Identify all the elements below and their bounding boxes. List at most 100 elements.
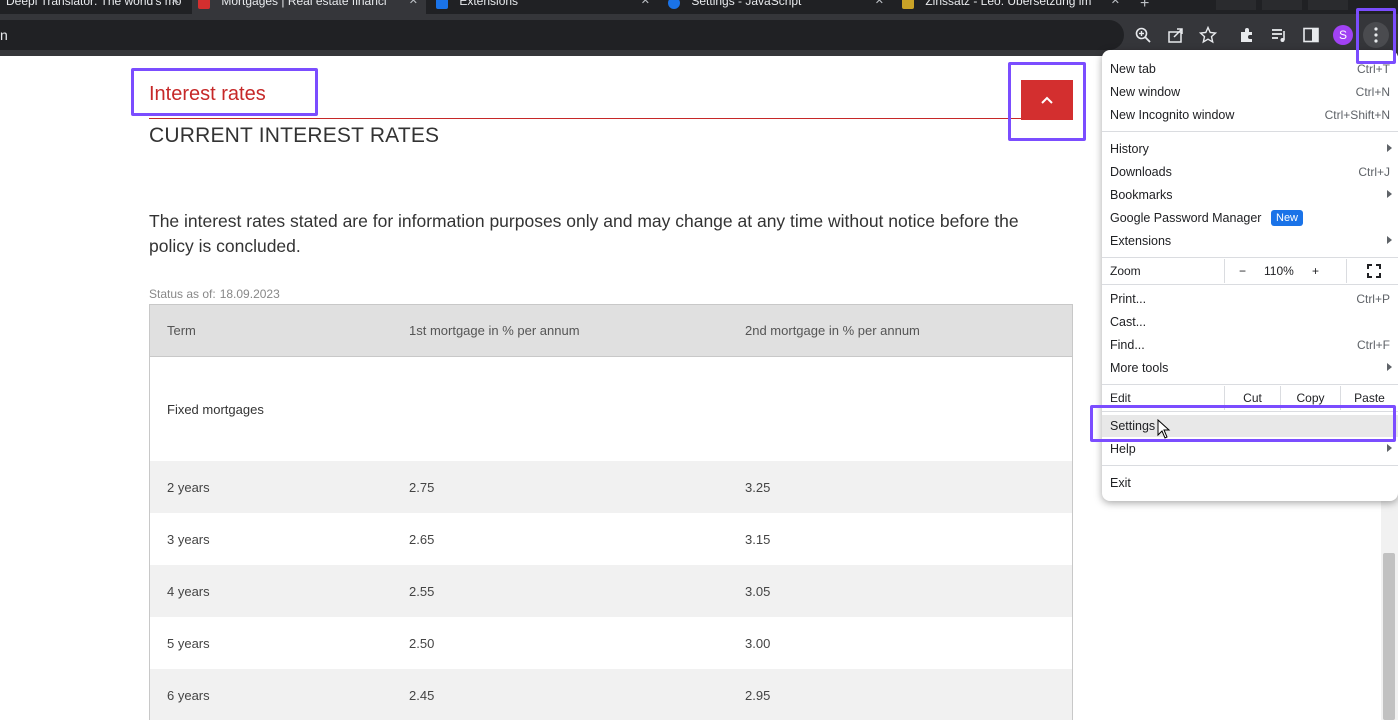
copy-button[interactable]: Copy	[1280, 386, 1340, 410]
menu-label: Extensions	[1110, 234, 1172, 248]
tab-mortgages[interactable]: Mortgages | Real estate financi ✕	[192, 0, 426, 14]
paste-button[interactable]: Paste	[1340, 386, 1398, 410]
address-bar[interactable]: n	[0, 20, 1124, 50]
menu-label: Downloads	[1110, 165, 1172, 179]
menu-separator	[1102, 131, 1398, 132]
cut-button[interactable]: Cut	[1224, 386, 1280, 410]
group-label: Fixed mortgages	[167, 401, 264, 417]
menu-label: New tab	[1110, 62, 1156, 76]
term-cell: 3 years	[167, 531, 210, 547]
zoom-out-button[interactable]: −	[1239, 264, 1246, 278]
menu-item-find[interactable]: Find... Ctrl+F	[1102, 334, 1398, 356]
first-mortgage-cell: 2.50	[409, 635, 435, 651]
maximize-button[interactable]	[1262, 0, 1302, 10]
menu-item-settings[interactable]: Settings	[1102, 415, 1398, 437]
menu-item-print[interactable]: Print... Ctrl+P	[1102, 288, 1398, 310]
table-row: 3 years 2.65 3.15	[150, 513, 1072, 565]
menu-item-incognito[interactable]: New Incognito window Ctrl+Shift+N	[1102, 104, 1398, 126]
tab-close-icon[interactable]: ✕	[1111, 0, 1120, 7]
zoom-icon[interactable]	[1132, 24, 1154, 46]
submenu-arrow-icon	[1387, 444, 1392, 452]
fullscreen-button[interactable]	[1346, 259, 1398, 283]
column-header-1st: 1st mortgage in % per annum	[409, 323, 580, 338]
interest-rates-table: Term 1st mortgage in % per annum 2nd mor…	[149, 304, 1073, 720]
new-tab-button[interactable]: +	[1140, 0, 1149, 13]
menu-label: Google Password Manager	[1110, 211, 1262, 225]
new-badge: New	[1271, 210, 1304, 226]
menu-label: More tools	[1110, 361, 1169, 375]
fullscreen-icon	[1367, 264, 1381, 278]
table-row: 5 years 2.50 3.00	[150, 617, 1072, 669]
menu-item-downloads[interactable]: Downloads Ctrl+J	[1102, 161, 1398, 183]
menu-item-new-tab[interactable]: New tab Ctrl+T	[1102, 58, 1398, 80]
section-title[interactable]: Interest rates	[149, 83, 266, 106]
second-mortgage-cell: 3.15	[745, 531, 771, 547]
chevron-up-icon	[1041, 96, 1053, 104]
zoom-in-button[interactable]: +	[1312, 264, 1319, 278]
menu-item-bookmarks[interactable]: Bookmarks	[1102, 184, 1398, 206]
bookmark-star-icon[interactable]	[1197, 24, 1219, 46]
submenu-arrow-icon	[1387, 236, 1392, 244]
tab-close-icon[interactable]: ✕	[171, 0, 180, 7]
tab-close-icon[interactable]: ✕	[875, 0, 884, 7]
side-panel-icon[interactable]	[1300, 24, 1322, 46]
column-header-2nd: 2nd mortgage in % per annum	[745, 323, 920, 338]
menu-item-exit[interactable]: Exit	[1102, 472, 1398, 494]
tab-label: Deepl Translator: The world's mo	[6, 0, 182, 8]
extensions-icon[interactable]	[1236, 24, 1258, 46]
menu-separator	[1102, 257, 1398, 258]
menu-shortcut: Ctrl+J	[1358, 165, 1390, 179]
menu-label: Edit	[1110, 391, 1131, 405]
gear-icon	[668, 0, 680, 9]
tab-deepl[interactable]: Deepl Translator: The world's mo ✕	[0, 0, 188, 14]
tab-close-icon[interactable]: ✕	[641, 0, 650, 7]
menu-item-more-tools[interactable]: More tools	[1102, 357, 1398, 379]
menu-item-help[interactable]: Help	[1102, 438, 1398, 460]
menu-separator	[1102, 465, 1398, 466]
first-mortgage-cell: 2.65	[409, 531, 435, 547]
menu-item-new-window[interactable]: New window Ctrl+N	[1102, 81, 1398, 103]
minimize-button[interactable]	[1216, 0, 1256, 10]
submenu-arrow-icon	[1387, 190, 1392, 198]
table-group-row: Fixed mortgages	[150, 357, 1072, 461]
tab-close-icon[interactable]: ✕	[409, 0, 418, 7]
term-cell: 4 years	[167, 583, 210, 599]
share-icon[interactable]	[1165, 24, 1187, 46]
collapse-button[interactable]	[1021, 80, 1073, 120]
profile-avatar[interactable]: S	[1333, 25, 1353, 45]
status-date: 18.09.2023	[219, 287, 280, 301]
tab-label: Settings - JavaScript	[691, 0, 802, 8]
menu-label: Cast...	[1110, 315, 1147, 329]
kebab-menu-icon[interactable]	[1363, 22, 1389, 48]
menu-item-history[interactable]: History	[1102, 138, 1398, 160]
menu-label: Print...	[1110, 292, 1147, 306]
scrollbar-thumb[interactable]	[1383, 553, 1395, 720]
menu-label: Zoom	[1110, 264, 1141, 278]
menu-item-cast[interactable]: Cast...	[1102, 311, 1398, 333]
menu-shortcut: Ctrl+P	[1356, 292, 1390, 306]
menu-item-password-manager[interactable]: Google Password Manager New	[1102, 207, 1398, 229]
mouse-cursor-icon	[1157, 419, 1171, 439]
column-header-term: Term	[167, 323, 196, 338]
favicon-icon	[198, 0, 210, 9]
table-header: Term 1st mortgage in % per annum 2nd mor…	[150, 305, 1072, 357]
tab-leo[interactable]: Zinssatz - Leo: Übersetzung im ✕	[896, 0, 1128, 14]
close-window-button[interactable]	[1308, 0, 1348, 10]
leo-favicon-icon	[902, 0, 914, 9]
menu-label: Find...	[1110, 338, 1145, 352]
tab-label: Extensions	[459, 0, 519, 8]
reading-list-icon[interactable]	[1268, 24, 1290, 46]
menu-shortcut: Ctrl+F	[1357, 338, 1390, 352]
disclaimer-text: The interest rates stated are for inform…	[149, 211, 1019, 256]
tab-extensions[interactable]: Extensions ✕	[430, 0, 658, 14]
first-mortgage-cell: 2.55	[409, 583, 435, 599]
address-text: n	[0, 27, 8, 43]
menu-label: Exit	[1110, 476, 1131, 490]
table-row: 2 years 2.75 3.25	[150, 461, 1072, 513]
tab-settings[interactable]: Settings - JavaScript ✕	[662, 0, 892, 14]
tab-strip: Deepl Translator: The world's mo ✕ Mortg…	[0, 0, 1398, 14]
menu-item-extensions[interactable]: Extensions	[1102, 230, 1398, 252]
table-row: 4 years 2.55 3.05	[150, 565, 1072, 617]
menu-label: New Incognito window	[1110, 108, 1235, 122]
second-mortgage-cell: 3.05	[745, 583, 771, 599]
